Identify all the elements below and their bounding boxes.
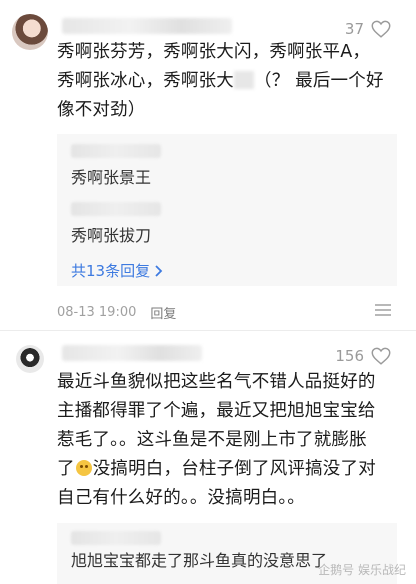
like-button[interactable]: 37 [345,18,392,40]
like-button[interactable]: 156 [335,345,392,367]
chevron-right-icon [155,264,163,277]
username[interactable] [62,345,202,361]
reply-username[interactable] [71,144,161,158]
comment-text: 秀啊张芬芳，秀啊张大闪，秀啊张平A， 秀啊张冰心，秀啊张大 （？ 最后一个好 像不… [57,42,384,120]
username[interactable] [62,18,232,34]
like-count: 156 [335,347,364,365]
emoji-icon [75,460,92,476]
reply-text: 秀啊张景王 [71,168,152,187]
reply-list: 秀啊张景王 秀啊张拔刀 共13条回复 [57,134,397,286]
avatar[interactable] [12,14,48,50]
reply-text: 秀啊张拔刀 [71,226,152,245]
reply-text: 旭旭宝宝都走了那斗鱼真的没意思了 [71,551,328,570]
comment-text: 最近斗鱼貌似把这些名气不错人品挺好的 主播都得罪了个遍，最近又把旭旭宝宝给 惹毛… [57,372,376,508]
more-replies-link[interactable]: 共13条回复 [71,260,164,281]
reply-username[interactable] [71,531,161,545]
censored-text [234,71,254,89]
more-options-icon[interactable] [374,303,392,317]
watermark: 企鹅号 娱乐战纪 [318,563,406,577]
heart-icon [371,347,391,365]
avatar[interactable] [16,345,44,373]
heart-icon [371,20,391,38]
comment-meta: 08-13 19:00 回复 [57,303,176,322]
reply-button[interactable]: 回复 [150,303,176,322]
reply-username[interactable] [71,202,161,216]
comment-2: 156 最近斗鱼貌似把这些名气不错人品挺好的 主播都得罪了个遍，最近又把旭旭宝宝… [0,331,416,584]
comment-1: 37 秀啊张芬芳，秀啊张大闪，秀啊张平A， 秀啊张冰心，秀啊张大 （？ 最后一个好… [0,0,416,330]
like-count: 37 [344,20,364,38]
timestamp: 08-13 19:00 [57,305,137,320]
